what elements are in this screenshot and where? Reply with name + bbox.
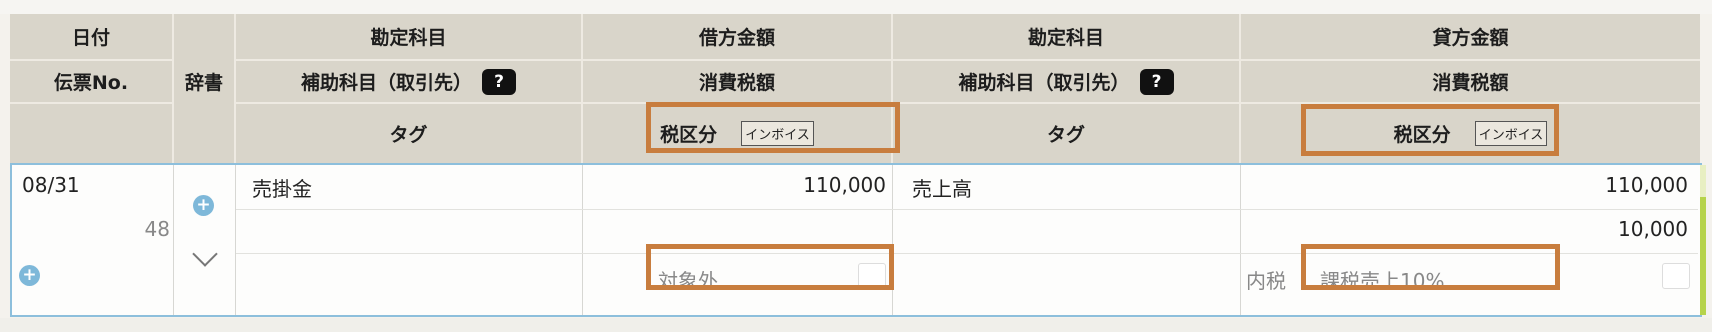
header-divider (10, 102, 172, 104)
header-debit-tag: タグ (389, 124, 428, 146)
header-credit-sub-label: 補助科目（取引先） (958, 72, 1130, 94)
header-date: 日付 (71, 27, 110, 49)
header-credit-tag: タグ (1046, 124, 1085, 146)
credit-account-field[interactable]: 売上高 (912, 173, 972, 202)
debit-tag-field[interactable] (252, 259, 572, 289)
credit-tax-amount-field[interactable]: 10,000 (1252, 217, 1688, 241)
slip-number: 48 (144, 217, 170, 241)
credit-sub-account-field[interactable] (912, 215, 1232, 245)
bottom-strip (0, 318, 1712, 332)
row-divider (1240, 165, 1241, 315)
credit-invoice-checkbox[interactable] (1662, 263, 1690, 289)
highlight-credit-tax-class-header (1301, 104, 1559, 156)
credit-amount-field[interactable]: 110,000 (1252, 173, 1688, 197)
debit-sub-account-field[interactable] (252, 215, 572, 245)
entry-date[interactable]: 08/31 (22, 173, 80, 197)
top-strip (0, 0, 1712, 14)
add-dictionary-icon[interactable]: + (193, 195, 214, 216)
row-divider (582, 165, 583, 315)
highlight-debit-tax-class-field (646, 244, 894, 290)
chevron-down-icon[interactable] (192, 241, 218, 267)
journal-row[interactable]: 08/31 48 + + 売掛金 110,000 対象外 売上高 110,000… (10, 163, 1702, 317)
highlight-credit-tax-class-field (1301, 244, 1560, 290)
row-divider (173, 165, 174, 315)
scrollbar-thumb[interactable] (1700, 165, 1706, 197)
row-divider (236, 209, 1698, 210)
header-debit-account: 勘定科目 (370, 27, 447, 49)
help-icon[interactable]: ? (1139, 68, 1174, 95)
header-credit-sub-account: 補助科目（取引先） ? (893, 61, 1239, 102)
debit-tax-amount-field[interactable] (592, 215, 886, 245)
header-debit-sub-account: 補助科目（取引先） ? (236, 61, 581, 102)
help-icon[interactable]: ? (482, 68, 516, 95)
debit-amount-field[interactable]: 110,000 (592, 173, 886, 197)
header-debit-amount: 借方金額 (698, 27, 775, 49)
header-debit-tax-amount: 消費税額 (698, 72, 775, 94)
header-dictionary: 辞書 (184, 72, 223, 94)
header-slip-no: 伝票No. (53, 72, 129, 94)
journal-entry-table: 日付 伝票No. 辞書 勘定科目 補助科目（取引先） ? タグ 借方金額 消費税… (0, 0, 1712, 332)
debit-account-field[interactable]: 売掛金 (252, 173, 312, 202)
credit-tag-field[interactable] (912, 259, 1232, 289)
highlight-debit-tax-class-header (646, 102, 900, 153)
row-divider (892, 165, 893, 315)
credit-tax-method[interactable]: 内税 (1246, 265, 1286, 294)
header-credit-account: 勘定科目 (1027, 27, 1104, 49)
header-credit-amount: 貸方金額 (1432, 27, 1509, 49)
header-debit-sub-label: 補助科目（取引先） (300, 72, 472, 94)
header-credit-tax-amount: 消費税額 (1432, 72, 1509, 94)
add-row-icon[interactable]: + (19, 265, 40, 286)
row-divider (235, 165, 236, 315)
